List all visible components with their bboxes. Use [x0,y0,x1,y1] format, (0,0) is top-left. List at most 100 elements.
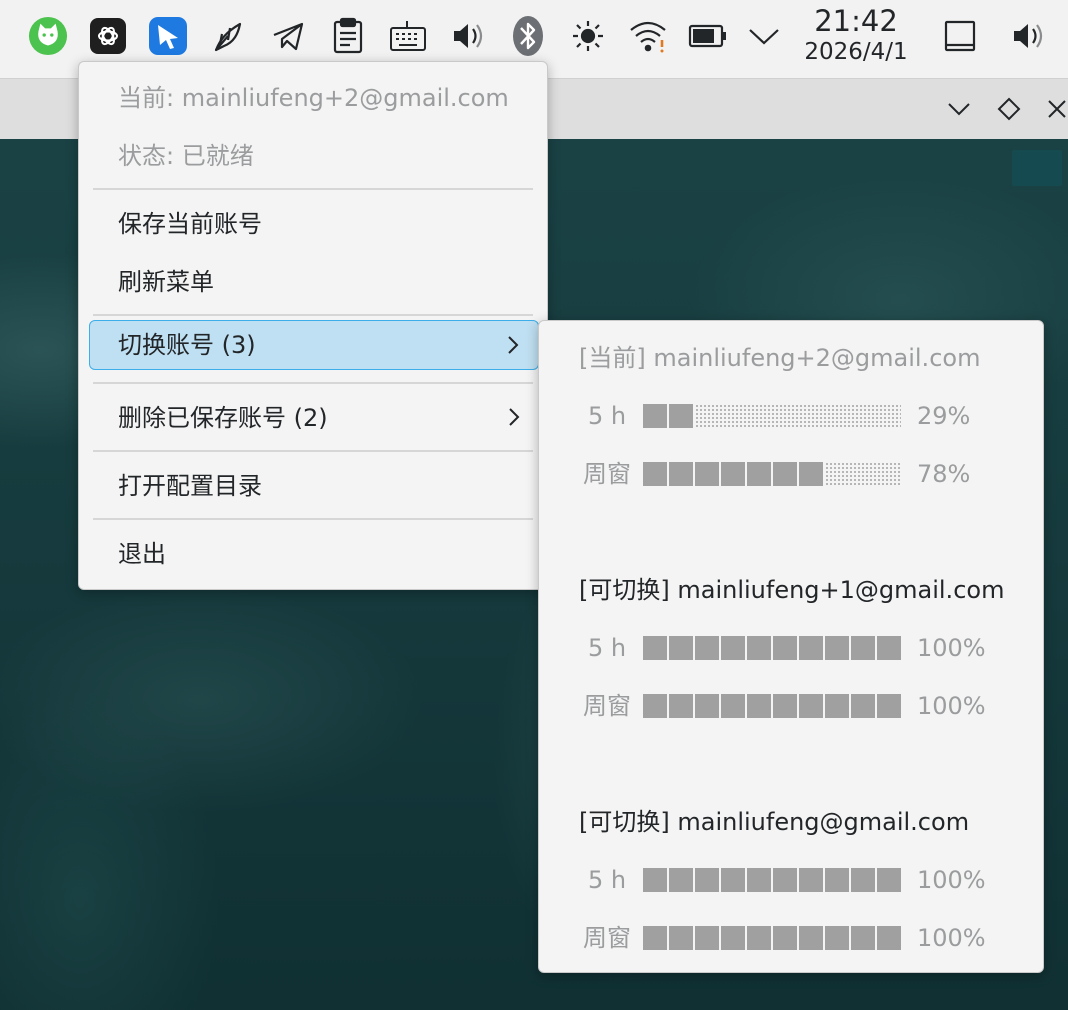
current-account-label: 当前: mainliufeng+2@gmail.com [118,84,509,112]
usage-block [721,694,745,718]
usage-block [773,868,797,892]
usage-label: 周窗 [583,460,631,488]
usage-label: 5 h [587,866,627,894]
usage-percent: 29% [917,402,971,430]
usage-percent: 100% [917,634,986,662]
refresh-menu-item[interactable]: 刷新菜单 [89,257,539,307]
usage-block [799,694,823,718]
clock[interactable]: 21:42 2026/4/1 [796,4,916,66]
status-label: 状态: 已就绪 [118,142,254,170]
account-item-switchable[interactable]: [可切换] mainliufeng+1@gmail.com [579,570,1004,610]
save-account-item[interactable]: 保存当前账号 [89,199,539,249]
tray-context-menu: 当前: mainliufeng+2@gmail.com 状态: 已就绪 保存当前… [78,61,548,590]
menu-separator [93,382,533,384]
menu-separator [93,518,533,520]
usage-block [695,694,719,718]
usage-percent: 100% [917,866,986,894]
usage-percent: 100% [917,924,986,952]
usage-row: 5 h 29% [579,396,1019,436]
brightness-icon[interactable] [568,16,608,56]
wifi-icon[interactable] [628,16,668,56]
usage-label: 5 h [587,634,627,662]
usage-block [721,462,745,486]
usage-remaining [825,462,901,486]
usage-block [773,926,797,950]
usage-bar [643,636,905,660]
usage-block [695,926,719,950]
usage-block [825,694,849,718]
blue-app-icon[interactable] [148,16,188,56]
battery-icon[interactable] [688,16,728,56]
usage-block [747,694,771,718]
usage-block [747,926,771,950]
usage-block [825,926,849,950]
usage-row: 5 h 100% [579,860,1019,900]
account-item-switchable[interactable]: [可切换] mainliufeng@gmail.com [579,802,969,842]
usage-block [669,868,693,892]
usage-block [721,926,745,950]
usage-block [643,926,667,950]
usage-bar [643,868,905,892]
volume-icon[interactable] [1008,16,1048,56]
show-desktop-icon[interactable] [940,16,980,56]
chevron-down-icon[interactable] [744,16,784,56]
open-config-dir-item[interactable]: 打开配置目录 [89,461,539,511]
cat-app-icon[interactable] [28,16,68,56]
usage-block [669,404,693,428]
close-icon[interactable] [1042,94,1068,124]
usage-block [825,868,849,892]
feather-icon[interactable] [208,16,248,56]
keyboard-icon[interactable] [388,16,428,56]
usage-block [799,636,823,660]
usage-block [669,926,693,950]
usage-bar [643,926,905,950]
usage-block [877,694,901,718]
usage-block [773,462,797,486]
usage-remaining [695,404,901,428]
usage-block [877,926,901,950]
usage-block [877,868,901,892]
usage-block [669,636,693,660]
usage-block [643,694,667,718]
maximize-icon[interactable] [994,94,1024,124]
usage-block [669,694,693,718]
openai-icon[interactable] [88,16,128,56]
account-item-current: [当前] mainliufeng+2@gmail.com [579,344,981,372]
usage-block [747,636,771,660]
usage-block [747,462,771,486]
usage-row: 周窗 100% [579,686,1019,726]
usage-block [851,926,875,950]
delete-saved-account-item[interactable]: 删除已保存账号 (2) [89,393,539,443]
clock-time: 21:42 [814,4,898,38]
usage-block [721,636,745,660]
switch-account-label: 切换账号 (3) [118,331,256,359]
usage-row: 周窗 78% [579,454,1019,494]
usage-label: 周窗 [583,692,631,720]
usage-bar [643,404,905,428]
usage-block [695,868,719,892]
usage-block [851,694,875,718]
usage-block [799,868,823,892]
usage-bar [643,694,905,718]
quit-item[interactable]: 退出 [89,529,539,579]
usage-label: 周窗 [583,924,631,952]
volume-icon[interactable] [448,16,488,56]
usage-block [643,636,667,660]
delete-saved-account-label: 删除已保存账号 (2) [118,404,328,432]
usage-label: 5 h [587,402,627,430]
usage-block [851,636,875,660]
menu-separator [93,450,533,452]
usage-block [773,636,797,660]
minimize-icon[interactable] [944,94,974,124]
menu-separator [93,188,533,190]
switch-account-item[interactable]: 切换账号 (3) [89,320,539,370]
usage-block [643,404,667,428]
usage-block [721,868,745,892]
bluetooth-icon[interactable] [508,16,548,56]
clipboard-icon[interactable] [328,16,368,56]
telegram-icon[interactable] [268,16,308,56]
usage-block [799,926,823,950]
usage-percent: 100% [917,692,986,720]
menu-separator [93,314,533,316]
usage-block [877,636,901,660]
